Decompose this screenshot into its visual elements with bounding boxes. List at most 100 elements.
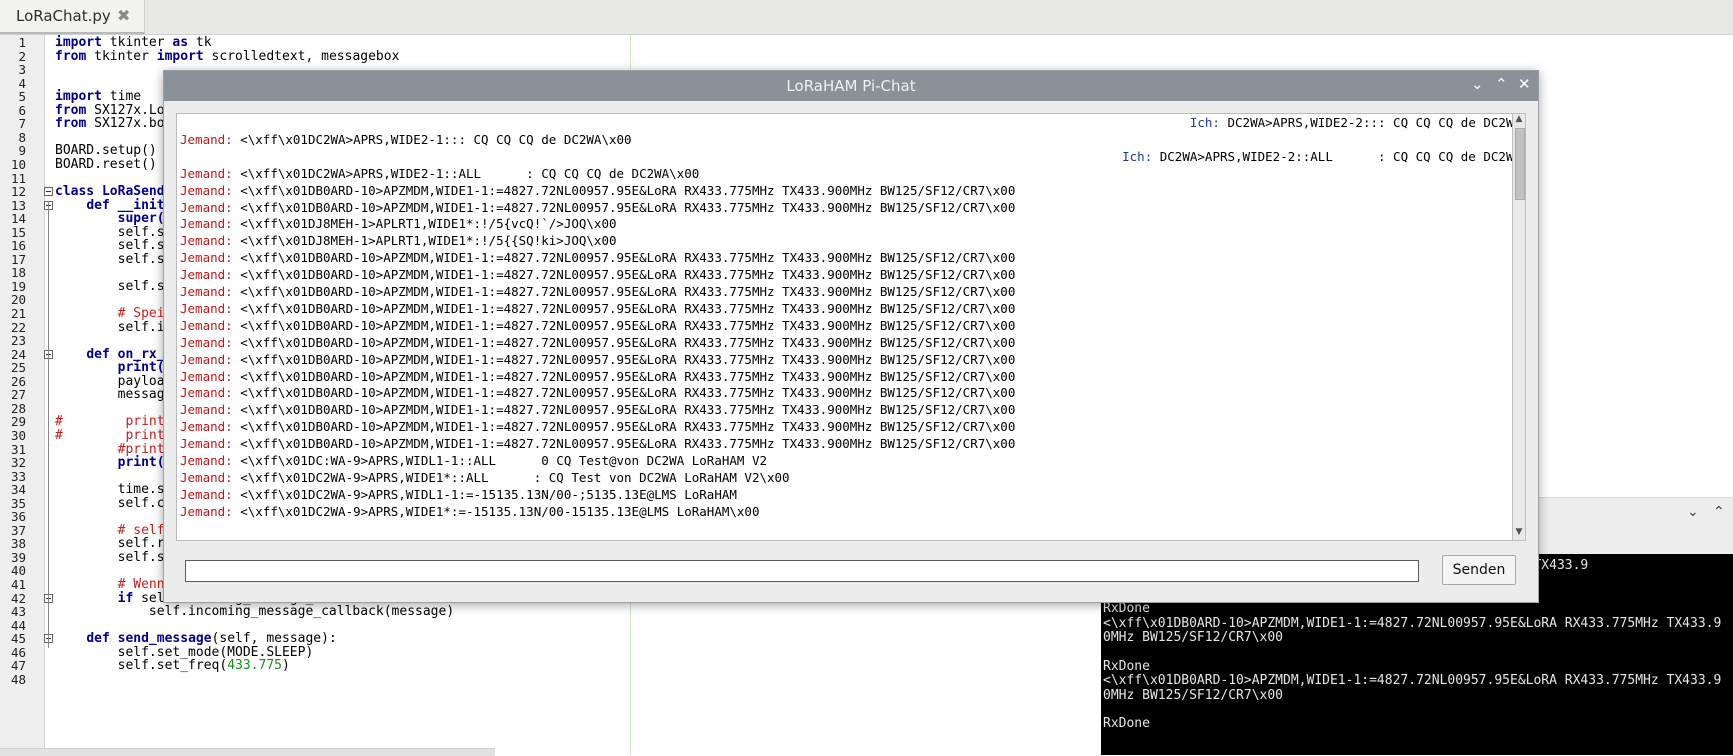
code-line: from tkinter import scrolledtext, messag… <box>55 49 399 64</box>
received-message: Jemand: <\xff\x01DB0ARD-10>APZMDM,WIDE1-… <box>180 301 1015 317</box>
code-token: print( <box>117 455 165 471</box>
received-message: Jemand: <\xff\x01DC2WA>APRS,WIDE2-1::: C… <box>180 132 632 148</box>
message-text: <\xff\x01DJ8MEH-1>APLRT1,WIDE1*:!/5{vcQ!… <box>232 216 617 232</box>
message-text: <\xff\x01DC2WA-9>APRS,WIDE1*::ALL : CQ T… <box>232 469 790 485</box>
code-line: self.c <box>55 496 165 511</box>
code-line: self.s <box>55 279 165 294</box>
window-title: LoRaHAM Pi-Chat <box>786 77 916 95</box>
chevron-down-icon[interactable]: ⌄ <box>1687 504 1699 520</box>
sender-label: Jemand: <box>180 233 233 249</box>
message-text: <\xff\x01DB0ARD-10>APZMDM,WIDE1-1:=4827.… <box>232 300 1016 316</box>
message-text: <\xff\x01DB0ARD-10>APZMDM,WIDE1-1:=4827.… <box>232 267 1016 283</box>
sender-label: Jemand: <box>180 486 233 502</box>
sent-message: Ich: DC2WA>APRS,WIDE2-2::ALL : CQ CQ CQ … <box>1122 149 1521 165</box>
pi-chat-window: LoRaHAM Pi-Chat ⌄ ⌃ ✕ Ich: DC2WA>APRS,WI… <box>163 70 1539 603</box>
sender-label: Jemand: <box>180 385 233 401</box>
terminal-line: RxDone <box>1103 716 1150 732</box>
code-token: 433.775 <box>227 658 282 674</box>
sender-label: Jemand: <box>180 300 233 316</box>
chat-log[interactable]: Ich: DC2WA>APRS,WIDE2-2::: CQ CQ CQ de D… <box>176 113 1526 541</box>
received-message: Jemand: <\xff\x01DB0ARD-10>APZMDM,WIDE1-… <box>180 267 1015 283</box>
code-token: tkinter <box>86 48 157 64</box>
chevron-up-icon[interactable]: ⌃ <box>1713 504 1725 520</box>
message-text: <\xff\x01DB0ARD-10>APZMDM,WIDE1-1:=4827.… <box>232 284 1016 299</box>
code-token: self.s <box>55 278 165 294</box>
code-line: self.set_freq(433.775) <box>55 658 290 673</box>
sender-label: Jemand: <box>180 250 233 266</box>
terminal-line: RxDone <box>1103 601 1150 617</box>
code-token: self.s <box>55 251 165 267</box>
sender-label: Ich: <box>1189 115 1220 130</box>
received-message: Jemand: <\xff\x01DC:WA-9>APRS,WIDL1-1::A… <box>180 453 767 469</box>
sender-label: Jemand: <box>180 216 233 232</box>
message-text: <\xff\x01DB0ARD-10>APZMDM,WIDE1-1:=4827.… <box>232 199 1016 215</box>
close-icon[interactable]: ✕ <box>1518 75 1531 93</box>
sender-label: Jemand: <box>180 131 233 147</box>
received-message: Jemand: <\xff\x01DB0ARD-10>APZMDM,WIDE1-… <box>180 335 1015 351</box>
send-button[interactable]: Senden <box>1442 555 1516 585</box>
code-token: self.set_freq( <box>55 658 228 674</box>
sender-label: Jemand: <box>180 317 233 333</box>
code-token: self.i <box>55 319 165 335</box>
code-token: self.incoming_message_callback(message) <box>55 604 455 620</box>
scrollbar-thumb[interactable] <box>1515 128 1525 200</box>
message-input[interactable] <box>185 560 1419 582</box>
message-text: <\xff\x01DB0ARD-10>APZMDM,WIDE1-1:=4827.… <box>232 317 1016 333</box>
message-text: <\xff\x01DB0ARD-10>APZMDM,WIDE1-1:=4827.… <box>232 250 1016 266</box>
message-text: <\xff\x01DB0ARD-10>APZMDM,WIDE1-1:=4827.… <box>232 334 1016 350</box>
minimize-icon[interactable]: ⌄ <box>1471 75 1484 93</box>
sender-label: Jemand: <box>180 267 233 283</box>
tab-title: LoRaChat.py <box>16 7 111 25</box>
message-text: DC2WA>APRS,WIDE2-2::ALL : CQ CQ CQ de DC… <box>1152 148 1521 164</box>
received-message: Jemand: <\xff\x01DB0ARD-10>APZMDM,WIDE1-… <box>180 385 1015 401</box>
close-tab-icon[interactable]: ✖ <box>117 6 130 25</box>
tab-lorachat-py[interactable]: LoRaChat.py ✖ <box>0 0 145 34</box>
code-token: SX127x.bo <box>86 116 165 132</box>
window-titlebar[interactable]: LoRaHAM Pi-Chat ⌄ ⌃ ✕ <box>164 71 1538 101</box>
message-text: <\xff\x01DJ8MEH-1>APLRT1,WIDE1*:!/5{{SQ!… <box>232 233 617 249</box>
maximize-icon[interactable]: ⌃ <box>1495 75 1508 93</box>
received-message: Jemand: <\xff\x01DB0ARD-10>APZMDM,WIDE1-… <box>180 250 1015 266</box>
sender-label: Jemand: <box>180 436 233 452</box>
terminal-line: <\xff\x01DB0ARD-10>APZMDM,WIDE1-1:=4827.… <box>1103 673 1722 689</box>
sender-label: Jemand: <box>180 182 233 198</box>
received-message: Jemand: <\xff\x01DB0ARD-10>APZMDM,WIDE1-… <box>180 419 1015 435</box>
line-number-gutter: 1 2 3 4 5 6 7 8 9 10 11 12 13 14 15 16 17 18 19 20 21 22 23 24 2… <box>0 35 45 755</box>
scroll-up-arrow-icon[interactable]: ▲ <box>1514 114 1524 124</box>
received-message: Jemand: <\xff\x01DJ8MEH-1>APLRT1,WIDE1*:… <box>180 216 617 232</box>
fold-toggle-icon[interactable] <box>44 187 53 197</box>
received-message: Jemand: <\xff\x01DC2WA-9>APRS,WIDE1*::AL… <box>180 470 790 486</box>
code-token: import <box>156 48 204 64</box>
sender-label: Ich: <box>1122 148 1153 164</box>
sender-label: Jemand: <box>180 284 233 299</box>
received-message: Jemand: <\xff\x01DB0ARD-10>APZMDM,WIDE1-… <box>180 436 1015 452</box>
message-text: <\xff\x01DB0ARD-10>APZMDM,WIDE1-1:=4827.… <box>232 436 1016 452</box>
message-text: <\xff\x01DC2WA-9>APRS,WIDL1-1:=-15135.13… <box>232 486 737 502</box>
received-message: Jemand: <\xff\x01DB0ARD-10>APZMDM,WIDE1-… <box>180 369 1015 385</box>
message-text: <\xff\x01DC2WA>APRS,WIDE2-1::ALL : CQ CQ… <box>232 165 700 181</box>
editor-tab-bar: LoRaChat.py ✖ <box>0 0 1733 35</box>
sender-label: Jemand: <box>180 469 233 485</box>
terminal-line: 0MHz BW125/SF12/CR7\x00 <box>1103 687 1284 703</box>
sender-label: Jemand: <box>180 199 233 215</box>
code-line: from SX127x.bo <box>55 116 165 131</box>
message-text: <\xff\x01DB0ARD-10>APZMDM,WIDE1-1:=4827.… <box>232 402 1016 418</box>
chat-scrollbar[interactable]: ▲ ▼ <box>1512 113 1526 541</box>
code-token: scrolledtext, messagebox <box>203 48 400 64</box>
sender-label: Jemand: <box>180 334 233 350</box>
sender-label: Jemand: <box>180 402 233 418</box>
sender-label: Jemand: <box>180 165 233 181</box>
code-token: from <box>55 48 87 64</box>
terminal-line: RxDone <box>1103 658 1150 674</box>
code-token: BOARD.reset() <box>55 156 157 172</box>
sender-label: Jemand: <box>180 351 233 367</box>
fold-guide-line <box>48 200 49 648</box>
message-text: <\xff\x01DB0ARD-10>APZMDM,WIDE1-1:=4827.… <box>232 368 1016 384</box>
received-message: Jemand: <\xff\x01DC2WA-9>APRS,WIDL1-1:=-… <box>180 487 737 503</box>
scroll-down-arrow-icon[interactable]: ▼ <box>1514 527 1524 537</box>
received-message: Jemand: <\xff\x01DB0ARD-10>APZMDM,WIDE1-… <box>180 352 1015 368</box>
code-token: messag <box>55 387 165 403</box>
sender-label: Jemand: <box>180 453 233 468</box>
sender-label: Jemand: <box>180 419 233 435</box>
